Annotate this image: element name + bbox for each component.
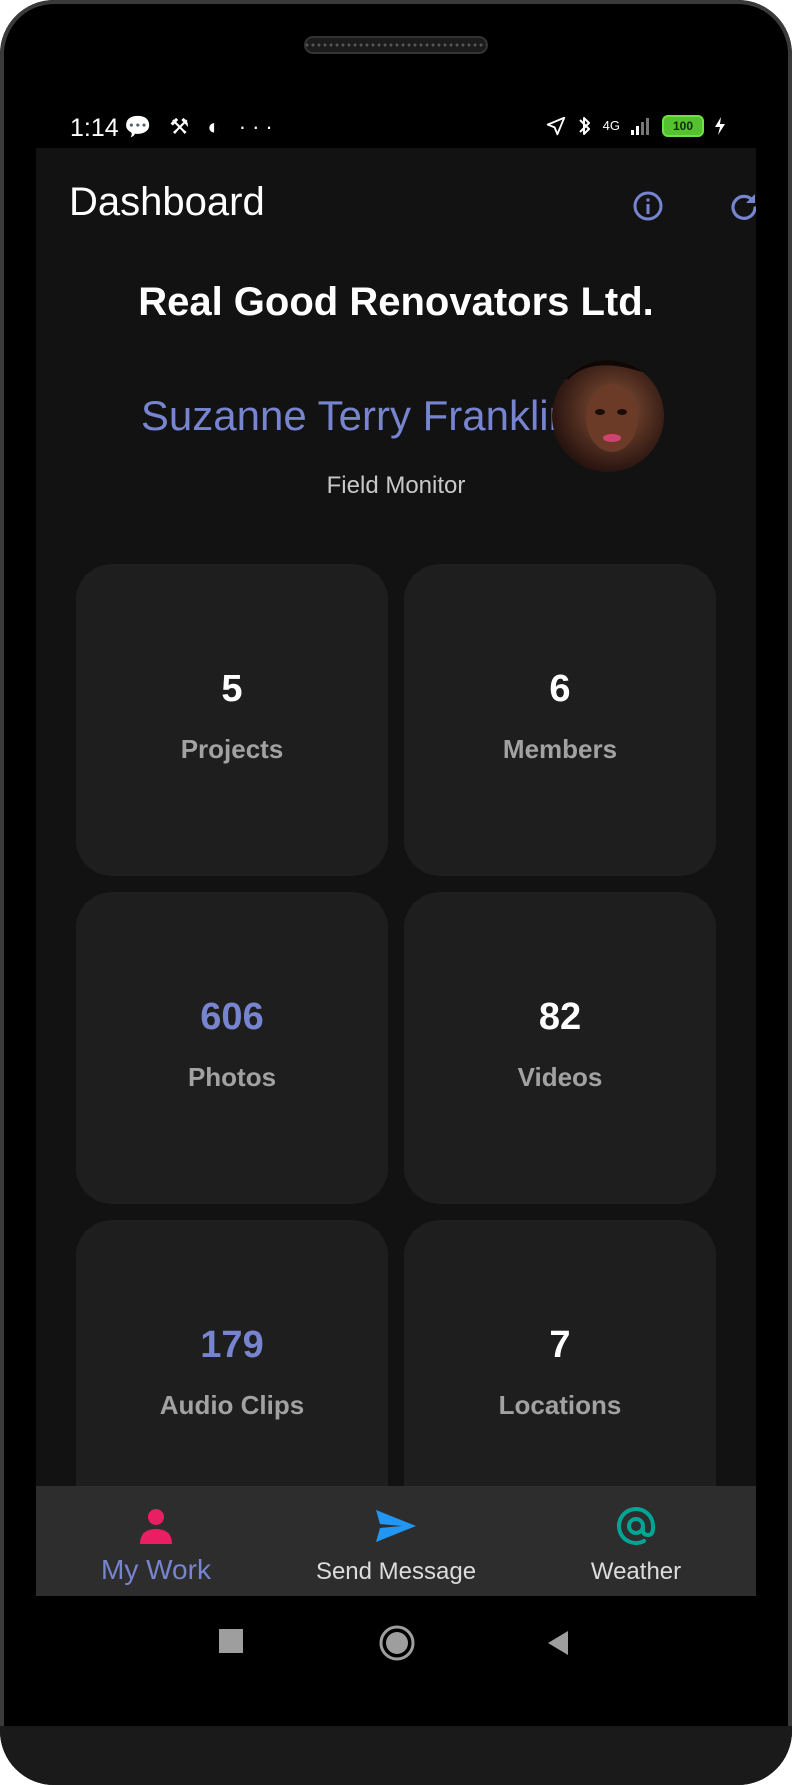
bottom-navigation: My Work Send Message Weather (36, 1486, 756, 1596)
network-type: 4G (602, 118, 620, 133)
stat-label: Audio Clips (159, 1390, 305, 1420)
nav-item-my-work[interactable]: My Work (36, 1486, 276, 1596)
back-triangle-icon (548, 1631, 568, 1655)
back-button[interactable] (546, 1630, 570, 1661)
phone-frame: 1:14 💬 ⚒ ◐ ··· 4G 100 Dashboard Real Goo… (0, 0, 792, 1785)
status-right-icons: 4G 100 (545, 114, 726, 138)
stat-label: Projects (180, 734, 284, 764)
home-circle-icon (379, 1625, 415, 1661)
stat-value: 82 (538, 996, 582, 1038)
status-bar: 1:14 💬 ⚒ ◐ ··· 4G 100 (36, 108, 756, 148)
nav-label: Send Message (315, 1558, 477, 1585)
battery-indicator: 100 (662, 115, 704, 137)
stat-value: 606 (200, 996, 264, 1038)
stat-value: 179 (200, 1324, 264, 1366)
page-title: Dashboard (69, 180, 265, 224)
signal-icon (631, 118, 649, 135)
stat-card-videos[interactable]: 82 Videos (404, 892, 716, 1204)
nav-icon-wrap (516, 1506, 756, 1548)
status-time: 1:14 (70, 114, 119, 142)
stat-value: 5 (221, 668, 243, 710)
earpiece-speaker (304, 36, 488, 54)
bluetooth-icon (578, 117, 590, 135)
stat-value: 6 (549, 668, 571, 710)
square-icon (219, 1629, 243, 1653)
avatar-image (552, 360, 664, 452)
nav-label: Weather (590, 1558, 682, 1585)
person-icon (140, 1509, 172, 1544)
company-name: Real Good Renovators Ltd. (138, 280, 654, 324)
stat-label: Videos (517, 1062, 603, 1092)
nav-icon-wrap (276, 1506, 516, 1548)
nav-icon-wrap (36, 1506, 276, 1548)
home-button[interactable] (378, 1624, 416, 1667)
app-screen: Dashboard Real Good Renovators Ltd. Suza… (36, 148, 756, 1596)
stat-label: Members (502, 734, 618, 764)
stat-card-projects[interactable]: 5 Projects (76, 564, 388, 876)
user-name: Suzanne Terry Franklin (140, 392, 572, 439)
refresh-icon (731, 194, 756, 220)
stat-card-photos[interactable]: 606 Photos (76, 892, 388, 1204)
location-arrow-icon (546, 116, 565, 136)
info-button[interactable] (628, 186, 668, 226)
user-role: Field Monitor (326, 472, 466, 499)
phone-chin (0, 1726, 792, 1785)
send-icon (376, 1510, 416, 1542)
notification-icons: 💬 ⚒ ◐ ··· (124, 114, 279, 139)
stat-card-members[interactable]: 6 Members (404, 564, 716, 876)
info-icon (633, 191, 663, 221)
at-sign-icon (617, 1507, 655, 1545)
refresh-button[interactable] (724, 186, 756, 226)
avatar[interactable] (552, 360, 664, 472)
recents-button[interactable] (218, 1628, 244, 1659)
stat-value: 7 (549, 1324, 571, 1366)
nav-item-weather[interactable]: Weather (516, 1486, 756, 1596)
stat-label: Photos (187, 1062, 277, 1092)
nav-label: My Work (101, 1554, 211, 1585)
charging-icon (715, 117, 725, 135)
stat-label: Locations (498, 1390, 622, 1420)
nav-item-send-message[interactable]: Send Message (276, 1486, 516, 1596)
